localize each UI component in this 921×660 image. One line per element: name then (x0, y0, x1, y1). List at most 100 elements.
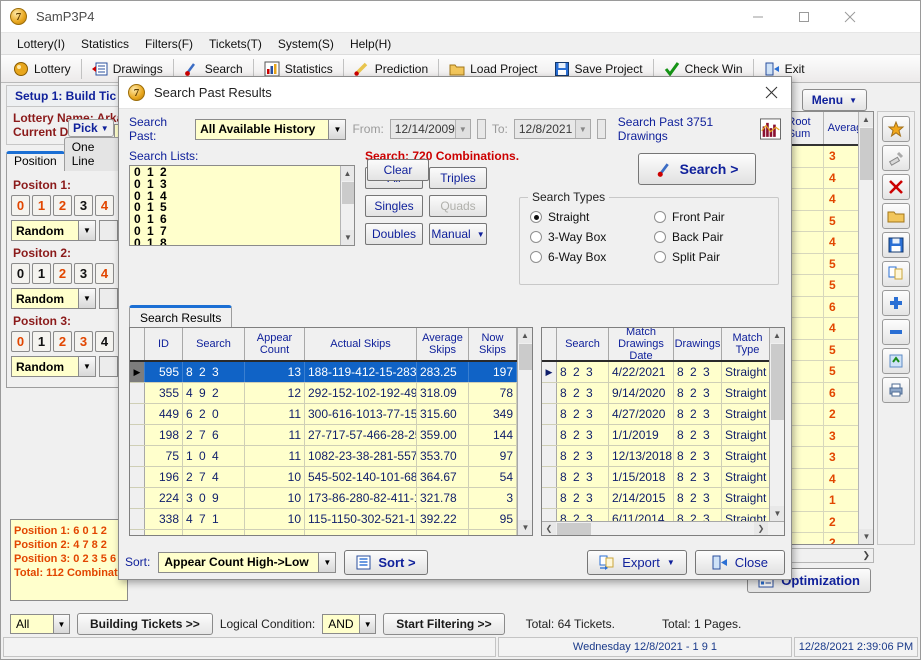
chevron-down-icon[interactable]: ▼ (78, 221, 95, 240)
quick-button-manual[interactable]: Manual ▼ (429, 223, 487, 245)
digit-button[interactable]: 3 (74, 331, 93, 352)
scroll-right-icon[interactable]: ❯ (754, 522, 768, 535)
table-row[interactable]: 4646 3 910399-23-554-2146-52-38-6389.561… (130, 530, 532, 535)
chevron-down-icon[interactable]: ▼ (101, 124, 109, 133)
sort-select[interactable]: Appear Count High->Low ▼ (158, 551, 337, 573)
to-date-spinner[interactable] (596, 119, 606, 139)
menu-item-statistics[interactable]: Statistics (73, 35, 137, 53)
start-filtering-button[interactable]: Start Filtering >> (383, 613, 505, 635)
recycle-icon[interactable] (882, 348, 910, 374)
chevron-down-icon[interactable]: ▼ (318, 552, 336, 572)
export-button[interactable]: Export ▼ (587, 549, 687, 575)
pick-dropdown[interactable]: Pick ▼ (68, 119, 114, 137)
digit-button[interactable]: 1 (32, 195, 51, 216)
close-button[interactable]: Close (694, 549, 785, 575)
filter-scope-select[interactable]: All ▼ (10, 614, 70, 634)
bar-chart-icon[interactable] (759, 117, 781, 141)
position-3-mode-select[interactable]: Random ▼ (11, 356, 96, 377)
search-lists-scrollbar[interactable]: ▲ ▼ (340, 166, 354, 245)
menu-item-system[interactable]: System(S) (270, 35, 342, 53)
dialog-close-button[interactable] (751, 77, 791, 108)
chevron-down-icon[interactable]: ▼ (454, 120, 470, 138)
radio-icon[interactable] (654, 251, 666, 263)
table-row[interactable]: ▶5958 2 313188-119-412-15-283-911283.251… (130, 362, 532, 383)
radio-icon[interactable] (530, 231, 542, 243)
table-row[interactable]: 8 2 3 1/15/2018 8 2 3 Straight (542, 467, 784, 488)
table-row[interactable]: 1982 7 61127-717-57-466-28-258-19359.001… (130, 425, 532, 446)
radio-straight[interactable]: Straight (530, 210, 654, 224)
star-add-icon[interactable] (882, 116, 910, 142)
scrollbar-thumb[interactable] (557, 522, 591, 535)
logical-condition-select[interactable]: AND ▼ (322, 614, 377, 634)
column-actual-skips[interactable]: Actual Skips (305, 328, 417, 360)
close-button[interactable] (827, 1, 873, 32)
toolbar-lottery[interactable]: Lottery (5, 57, 79, 81)
column-search[interactable]: Search (183, 328, 245, 360)
scrollbar-thumb[interactable] (342, 182, 354, 204)
quick-button-singles[interactable]: Singles (365, 195, 423, 217)
digit-button[interactable]: 2 (53, 263, 72, 284)
scroll-right-icon[interactable]: ❯ (862, 550, 870, 561)
quick-button-triples[interactable]: Triples (429, 167, 487, 189)
radio-split-pair[interactable]: Split Pair (654, 250, 778, 264)
scrollbar-thumb[interactable] (771, 344, 784, 420)
digit-button[interactable]: 3 (74, 195, 93, 216)
scroll-down-icon[interactable]: ▼ (518, 520, 532, 535)
tab-position[interactable]: Position (6, 151, 65, 171)
printer-icon[interactable] (882, 377, 910, 403)
open-folder-icon[interactable] (882, 203, 910, 229)
column-id[interactable]: ID (145, 328, 183, 360)
digit-button[interactable]: 2 (53, 195, 72, 216)
chevron-down-icon[interactable]: ▼ (78, 357, 95, 376)
table-row[interactable]: 2243 0 910173-86-280-82-411-192-5321.783 (130, 488, 532, 509)
table-row[interactable]: 8 2 3 2/14/2015 8 2 3 Straight (542, 488, 784, 509)
menu-item-lottery[interactable]: Lottery(I) (9, 35, 73, 53)
column-search[interactable]: Search (557, 328, 609, 360)
search-results-grid[interactable]: ID Search Appear Count Actual Skips Aver… (129, 327, 533, 536)
menu-item-filters[interactable]: Filters(F) (137, 35, 201, 53)
search-lists-box[interactable]: 0 1 20 1 30 1 40 1 50 1 60 1 70 1 8 ▲ ▼ (129, 165, 355, 246)
maximize-button[interactable] (781, 1, 827, 32)
column-match-drawings-date[interactable]: Match Drawings Date (609, 328, 674, 362)
scroll-left-icon[interactable]: ❮ (542, 522, 556, 535)
table-row[interactable]: 4496 2 011300-616-1013-77-157-19315.6034… (130, 404, 532, 425)
digit-button[interactable]: 2 (53, 331, 72, 352)
table-row[interactable]: 8 2 3 12/13/2018 8 2 3 Straight (542, 446, 784, 467)
column-match-type[interactable]: Match Type (722, 328, 774, 360)
menu-item-tickets[interactable]: Tickets(T) (201, 35, 270, 53)
radio-front-pair[interactable]: Front Pair (654, 210, 778, 224)
position-1-mode-select[interactable]: Random ▼ (11, 220, 96, 241)
table-row[interactable]: 3384 7 110115-1150-302-521-136-1392.2295 (130, 509, 532, 530)
chevron-down-icon[interactable]: ▼ (328, 119, 346, 139)
radio-back-pair[interactable]: Back Pair (654, 230, 778, 244)
chevron-down-icon[interactable]: ▼ (53, 615, 69, 633)
search-results-scrollbar[interactable]: ▲ ▼ (517, 328, 532, 535)
menu-item-help[interactable]: Help(H) (342, 35, 399, 53)
search-past-select[interactable]: All Available History ▼ (195, 118, 347, 140)
digit-button[interactable]: 4 (95, 263, 114, 284)
table-row[interactable]: 751 0 4111082-23-38-281-557-347353.7097 (130, 446, 532, 467)
digit-button[interactable]: 1 (32, 331, 51, 352)
radio-icon[interactable] (654, 211, 666, 223)
radio-icon[interactable] (654, 231, 666, 243)
position-2-extra-button[interactable] (99, 288, 118, 309)
digit-button[interactable]: 1 (32, 263, 51, 284)
scroll-up-icon[interactable]: ▲ (859, 112, 873, 127)
eraser-icon[interactable] (882, 145, 910, 171)
match-drawings-scrollbar[interactable]: ▲ ▼ (769, 328, 784, 521)
scroll-down-icon[interactable]: ▼ (341, 230, 354, 245)
digit-button[interactable]: 3 (74, 263, 93, 284)
match-drawings-hscrollbar[interactable]: ❮ ❯ (542, 521, 784, 535)
save-floppy-icon[interactable] (882, 232, 910, 258)
plus-icon[interactable] (882, 290, 910, 316)
scroll-up-icon[interactable]: ▲ (341, 166, 354, 181)
scroll-down-icon[interactable]: ▼ (770, 506, 784, 521)
position-3-extra-button[interactable] (99, 356, 118, 377)
column-now-skips[interactable]: Now Skips (469, 328, 517, 360)
scroll-up-icon[interactable]: ▲ (518, 328, 532, 343)
scrollbar-thumb[interactable] (860, 128, 873, 180)
radio-icon[interactable] (530, 251, 542, 263)
digit-button[interactable]: 4 (95, 195, 114, 216)
from-date-input[interactable]: 12/14/2009 ▼ (389, 119, 471, 139)
chevron-down-icon[interactable]: ▼ (574, 120, 590, 138)
